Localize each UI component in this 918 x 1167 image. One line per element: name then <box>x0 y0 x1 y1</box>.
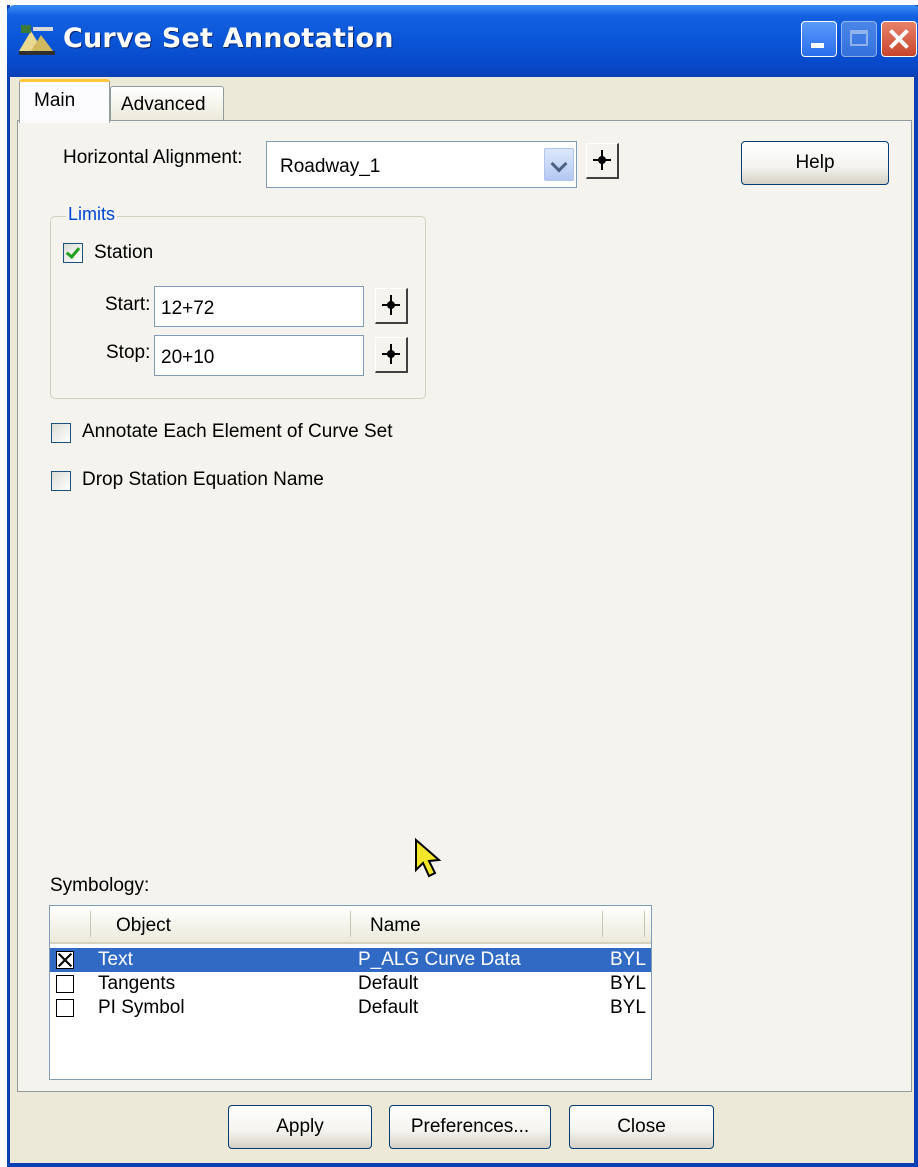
row-name: P_ALG Curve Data <box>358 949 521 970</box>
app-icon <box>19 25 55 55</box>
window-title: Curve Set Annotation <box>63 23 394 54</box>
row-name: Default <box>358 973 419 994</box>
apply-button[interactable]: Apply <box>228 1105 372 1149</box>
row-checkbox[interactable] <box>56 999 74 1017</box>
row-extra: BYL <box>610 949 646 970</box>
row-extra: BYL <box>610 973 646 994</box>
table-row[interactable]: Tangents Default BYL <box>50 972 651 996</box>
chevron-down-icon[interactable] <box>544 148 574 181</box>
locate-crosshair-icon <box>598 156 606 164</box>
mouse-pointer-icon <box>415 838 442 878</box>
title-bar[interactable]: Curve Set Annotation <box>7 5 918 77</box>
row-object: Tangents <box>98 973 176 994</box>
annotate-each-label: Annotate Each Element of Curve Set <box>82 421 393 442</box>
column-divider[interactable] <box>602 911 603 937</box>
locate-crosshair-icon <box>387 301 395 309</box>
symbology-label: Symbology: <box>50 875 150 896</box>
locate-crosshair-icon <box>387 350 395 358</box>
tab-main-label: Main <box>34 90 76 111</box>
minimize-icon[interactable] <box>801 21 837 57</box>
tab-advanced-label: Advanced <box>121 94 206 115</box>
row-name: Default <box>358 997 419 1018</box>
symbology-list-header: Object Name <box>50 906 651 944</box>
start-station-value: 12+72 <box>161 298 215 319</box>
row-extra: BYL <box>610 997 646 1018</box>
horizontal-alignment-value: Roadway_1 <box>280 156 381 177</box>
horizontal-alignment-label: Horizontal Alignment: <box>63 147 243 168</box>
row-checkbox[interactable] <box>56 951 74 969</box>
tab-advanced[interactable]: Advanced <box>110 86 224 122</box>
column-divider[interactable] <box>644 911 645 937</box>
column-header-name-label: Name <box>370 915 421 936</box>
locate-alignment-button[interactable] <box>586 143 619 179</box>
drop-station-equation-label: Drop Station Equation Name <box>82 469 324 490</box>
limits-group-title: Limits <box>66 204 118 225</box>
table-row[interactable]: PI Symbol Default BYL <box>50 996 651 1020</box>
annotate-each-checkbox[interactable] <box>51 423 71 443</box>
close-icon[interactable] <box>881 21 917 57</box>
table-row[interactable]: Text P_ALG Curve Data BYL <box>50 948 651 972</box>
preferences-button[interactable]: Preferences... <box>389 1105 551 1149</box>
stop-station-value: 20+10 <box>161 347 215 368</box>
station-checkbox[interactable] <box>63 243 83 263</box>
drop-station-equation-checkbox[interactable] <box>51 471 71 491</box>
locate-stop-button[interactable] <box>375 337 408 373</box>
column-header-name[interactable]: Name <box>362 906 602 942</box>
tab-main[interactable]: Main <box>19 79 110 123</box>
row-checkbox[interactable] <box>56 975 74 993</box>
symbology-list[interactable]: Object Name Text P_ALG Curve Data BYL Ta… <box>49 905 652 1080</box>
column-divider[interactable] <box>90 911 91 937</box>
station-label: Station <box>94 242 154 263</box>
stop-station-input[interactable]: 20+10 <box>154 335 364 376</box>
horizontal-alignment-select[interactable]: Roadway_1 <box>266 141 577 188</box>
row-object: Text <box>98 949 133 970</box>
start-label: Start: <box>105 294 151 315</box>
maximize-icon[interactable] <box>841 21 877 57</box>
row-object: PI Symbol <box>98 997 185 1018</box>
close-button[interactable]: Close <box>569 1105 714 1149</box>
column-header-object-label: Object <box>116 915 171 936</box>
stop-label: Stop: <box>106 342 151 363</box>
locate-start-button[interactable] <box>375 288 408 324</box>
column-header-object[interactable]: Object <box>108 906 348 942</box>
start-station-input[interactable]: 12+72 <box>154 286 364 327</box>
column-divider[interactable] <box>350 911 351 937</box>
help-button[interactable]: Help <box>741 141 889 185</box>
